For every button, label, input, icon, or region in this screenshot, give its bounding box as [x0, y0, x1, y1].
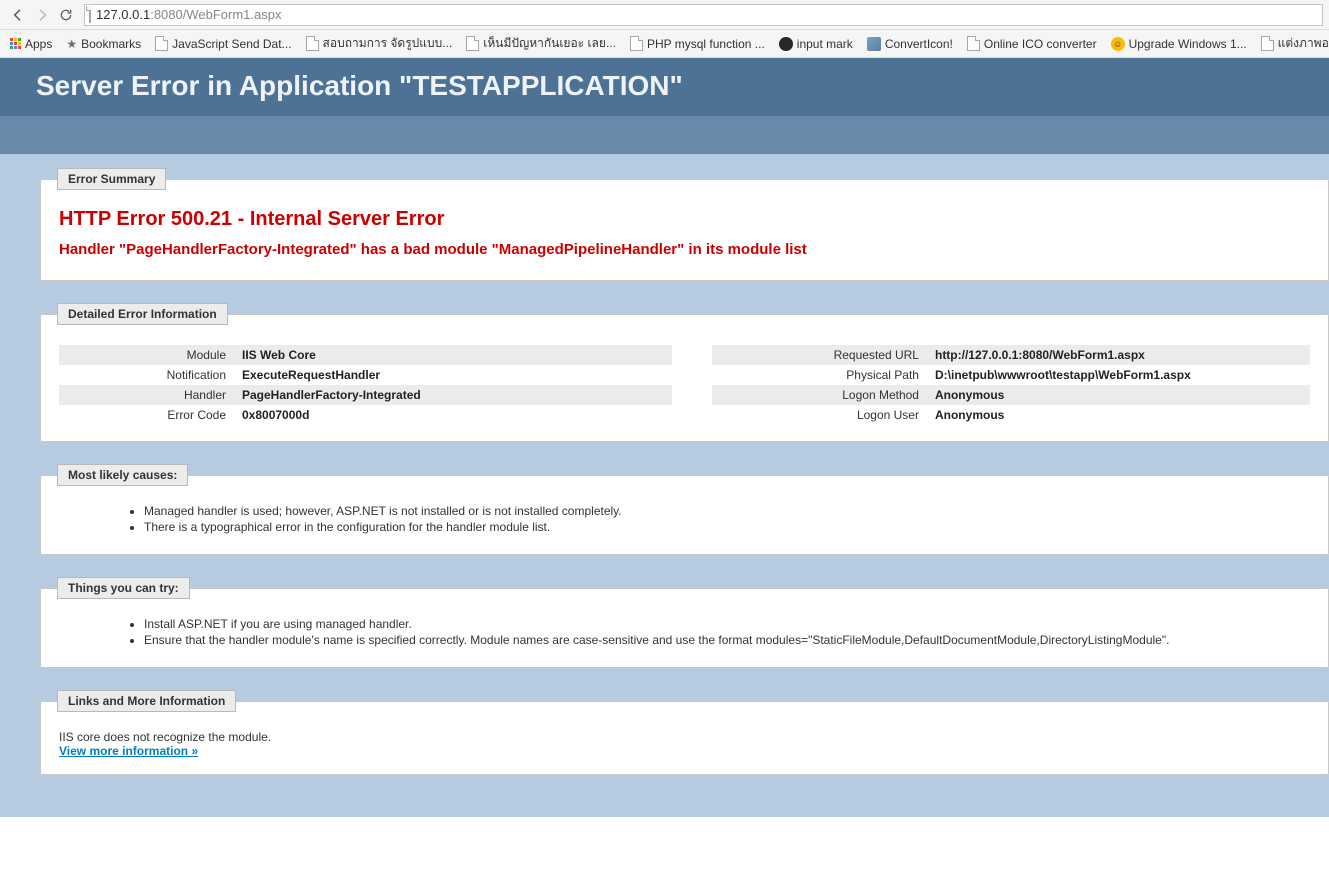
detail-label: Requested URL: [712, 345, 927, 365]
error-summary-legend: Error Summary: [57, 168, 166, 190]
bookmark-label: input mark: [797, 37, 853, 51]
likely-causes-panel: Most likely causes: Managed handler is u…: [40, 464, 1329, 555]
page-icon: [466, 36, 479, 51]
detail-value: http://127.0.0.1:8080/WebForm1.aspx: [927, 345, 1310, 365]
detail-row: Requested URLhttp://127.0.0.1:8080/WebFo…: [712, 345, 1310, 365]
sub-banner: [0, 116, 1329, 154]
page-icon: [155, 36, 168, 51]
detail-value: D:\inetpub\wwwroot\testapp\WebForm1.aspx: [927, 365, 1310, 385]
detail-table-left: ModuleIIS Web CoreNotificationExecuteReq…: [59, 345, 672, 425]
bookmark-label: JavaScript Send Dat...: [172, 37, 291, 51]
bookmark-label: PHP mysql function ...: [647, 37, 765, 51]
detail-value: IIS Web Core: [234, 345, 672, 365]
likely-causes-legend: Most likely causes:: [57, 464, 188, 486]
detail-label: Handler: [59, 385, 234, 405]
star-icon: ★: [66, 37, 77, 51]
url-path: :8080/WebForm1.aspx: [150, 7, 281, 22]
upgrade-icon: ☺: [1111, 37, 1125, 51]
detail-row: Logon MethodAnonymous: [712, 385, 1310, 405]
bookmark-label: สอบถามการ จัดรูปแบบ...: [323, 34, 453, 53]
bookmark-item[interactable]: ☺ Upgrade Windows 1...: [1107, 32, 1251, 55]
links-legend: Links and More Information: [57, 690, 236, 712]
list-item: Ensure that the handler module's name is…: [144, 633, 1310, 647]
detail-row: HandlerPageHandlerFactory-Integrated: [59, 385, 672, 405]
detail-row: Physical PathD:\inetpub\wwwroot\testapp\…: [712, 365, 1310, 385]
links-panel: Links and More Information IIS core does…: [40, 690, 1329, 775]
apps-button[interactable]: Apps: [6, 35, 56, 53]
detailed-error-legend: Detailed Error Information: [57, 303, 228, 325]
bookmarks-bar: Apps ★ Bookmarks JavaScript Send Dat... สอบ…: [0, 30, 1329, 58]
page-icon: [306, 36, 319, 51]
detail-value: Anonymous: [927, 405, 1310, 425]
bookmark-item[interactable]: สอบถามการ จัดรูปแบบ...: [302, 32, 457, 55]
detail-row: ModuleIIS Web Core: [59, 345, 672, 365]
reload-button[interactable]: [54, 3, 78, 27]
detail-row: NotificationExecuteRequestHandler: [59, 365, 672, 385]
page-icon: [630, 36, 643, 51]
list-item: Install ASP.NET if you are using managed…: [144, 617, 1310, 631]
url-host: 127.0.0.1: [96, 7, 150, 22]
apps-icon: [10, 38, 21, 49]
bookmark-label: Bookmarks: [81, 37, 141, 51]
detail-value: ExecuteRequestHandler: [234, 365, 672, 385]
bookmark-label: Upgrade Windows 1...: [1129, 37, 1247, 51]
bookmark-item[interactable]: ★ Bookmarks: [62, 32, 145, 55]
list-item: There is a typographical error in the co…: [144, 520, 1310, 534]
detail-row: Logon UserAnonymous: [712, 405, 1310, 425]
apps-label: Apps: [25, 37, 52, 51]
detail-value: PageHandlerFactory-Integrated: [234, 385, 672, 405]
detail-row: Error Code0x8007000d: [59, 405, 672, 425]
address-bar[interactable]: 127.0.0.1:8080/WebForm1.aspx: [84, 4, 1323, 26]
causes-list: Managed handler is used; however, ASP.NE…: [144, 504, 1310, 534]
page-icon: [89, 7, 91, 22]
detail-table-right: Requested URLhttp://127.0.0.1:8080/WebFo…: [712, 345, 1310, 425]
try-list: Install ASP.NET if you are using managed…: [144, 617, 1310, 647]
forward-button[interactable]: [30, 3, 54, 27]
bookmark-item[interactable]: Online ICO converter: [963, 32, 1101, 55]
error-title: HTTP Error 500.21 - Internal Server Erro…: [59, 208, 1310, 231]
list-item: Managed handler is used; however, ASP.NE…: [144, 504, 1310, 518]
detail-label: Module: [59, 345, 234, 365]
github-icon: [779, 37, 793, 51]
view-more-link[interactable]: View more information »: [59, 744, 198, 758]
page-title: Server Error in Application "TESTAPPLICA…: [0, 58, 1329, 116]
converticon-icon: [867, 37, 881, 51]
bookmark-label: แต่งภาพออน: [1278, 34, 1329, 53]
detail-value: Anonymous: [927, 385, 1310, 405]
detail-label: Physical Path: [712, 365, 927, 385]
back-button[interactable]: [6, 3, 30, 27]
bookmark-item[interactable]: input mark: [775, 32, 857, 55]
bookmark-item[interactable]: แต่งภาพออน: [1257, 32, 1329, 55]
error-subtitle: Handler "PageHandlerFactory-Integrated" …: [59, 241, 1310, 258]
bookmark-item[interactable]: เห็นมีปัญหากันเยอะ เลย...: [462, 32, 620, 55]
bookmark-item[interactable]: ConvertIcon!: [863, 32, 957, 55]
bookmark-label: ConvertIcon!: [885, 37, 953, 51]
bookmark-item[interactable]: PHP mysql function ...: [626, 32, 769, 55]
error-summary-panel: Error Summary HTTP Error 500.21 - Intern…: [40, 168, 1329, 281]
detail-label: Error Code: [59, 405, 234, 425]
error-page: Server Error in Application "TESTAPPLICA…: [0, 58, 1329, 817]
detail-value: 0x8007000d: [234, 405, 672, 425]
detail-label: Logon Method: [712, 385, 927, 405]
page-icon: [967, 36, 980, 51]
detail-label: Notification: [59, 365, 234, 385]
page-icon: [1261, 36, 1274, 51]
browser-toolbar: 127.0.0.1:8080/WebForm1.aspx: [0, 0, 1329, 30]
bookmark-item[interactable]: JavaScript Send Dat...: [151, 32, 295, 55]
things-to-try-legend: Things you can try:: [57, 577, 190, 599]
detailed-error-panel: Detailed Error Information ModuleIIS Web…: [40, 303, 1329, 442]
bookmark-label: Online ICO converter: [984, 37, 1097, 51]
links-text: IIS core does not recognize the module.: [59, 730, 1310, 744]
things-to-try-panel: Things you can try: Install ASP.NET if y…: [40, 577, 1329, 668]
detail-label: Logon User: [712, 405, 927, 425]
bookmark-label: เห็นมีปัญหากันเยอะ เลย...: [483, 34, 616, 53]
